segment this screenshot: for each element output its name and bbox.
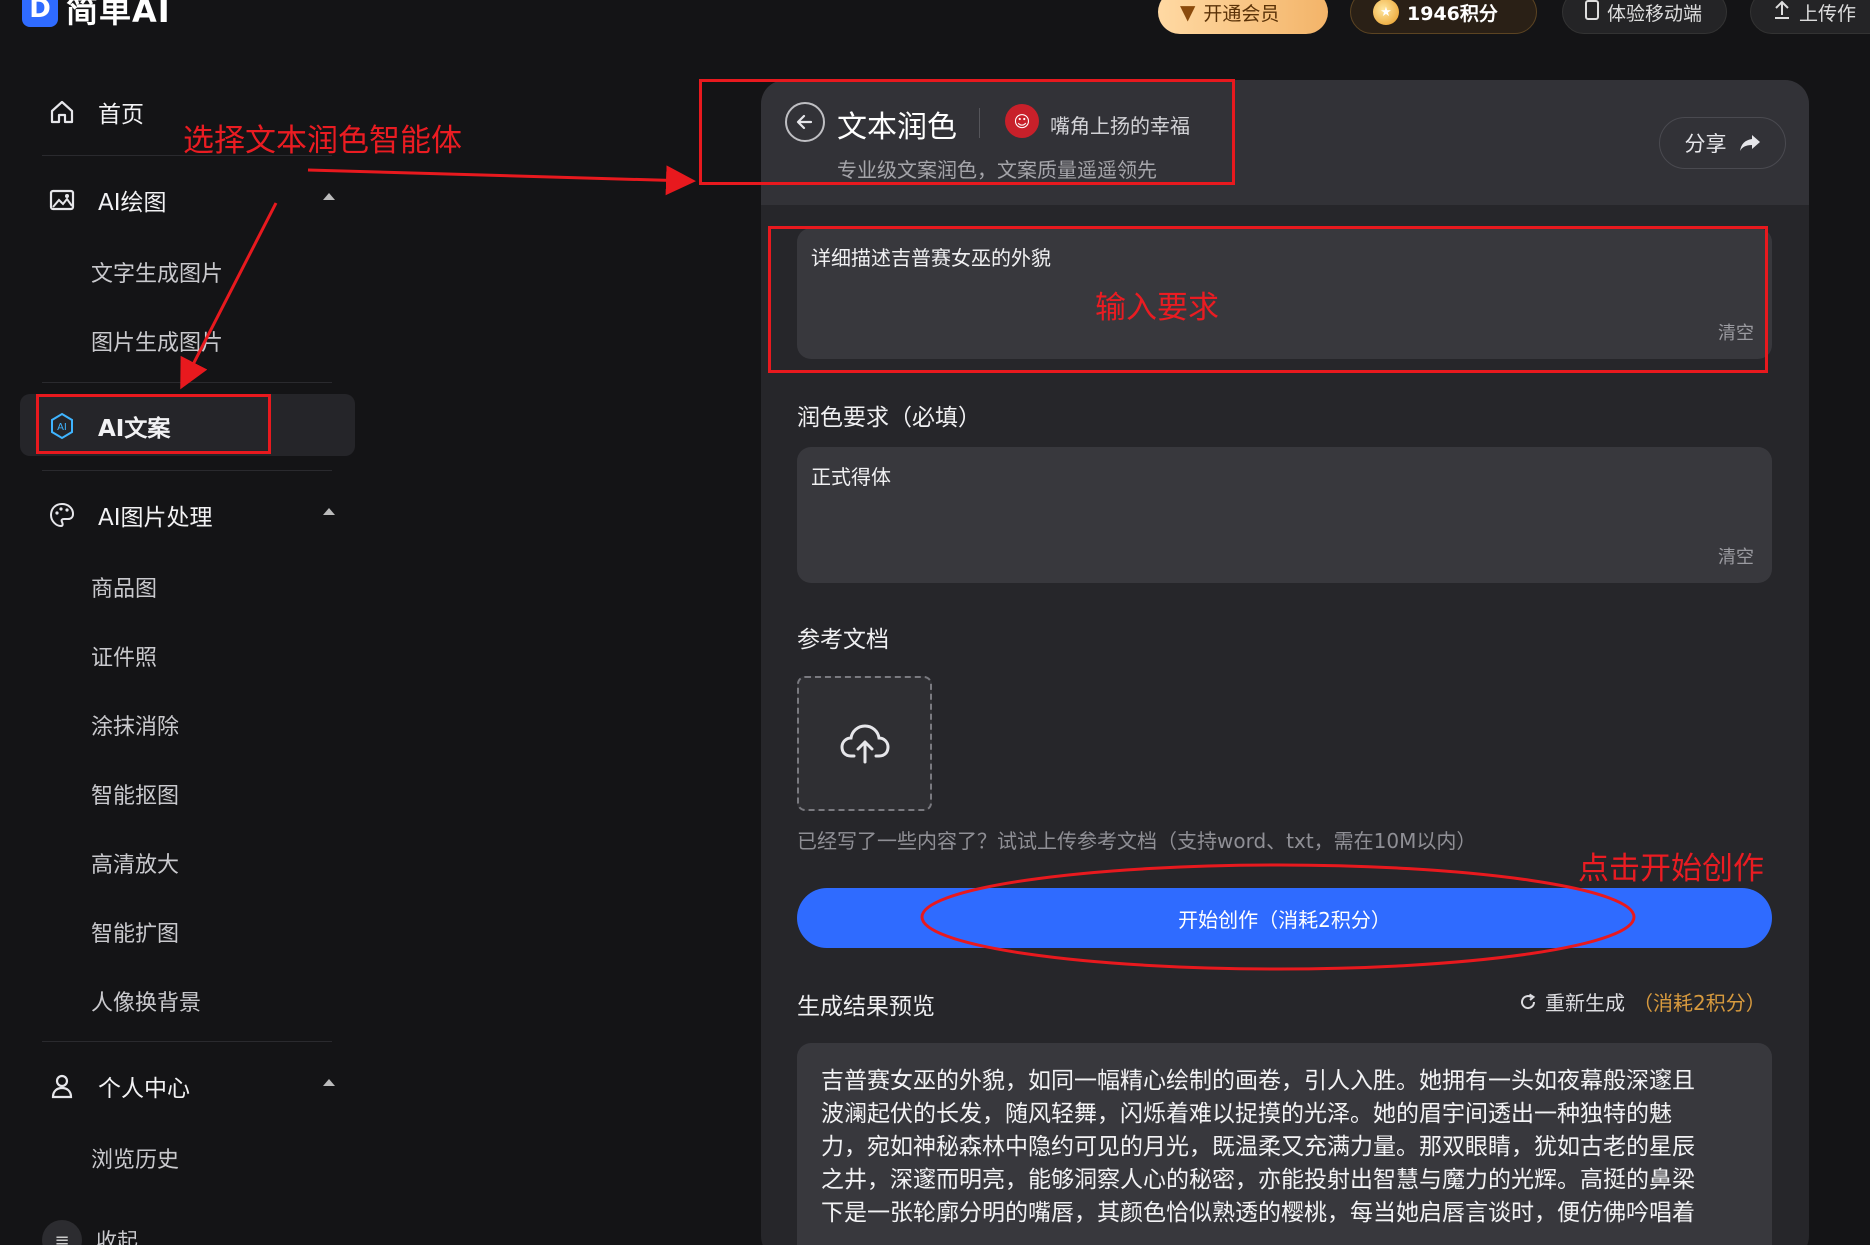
annotation-box-input xyxy=(768,226,1768,373)
nav-ai-draw[interactable]: AI绘图 xyxy=(48,183,167,217)
phone-icon xyxy=(1585,0,1599,25)
mobile-label: 体验移动端 xyxy=(1607,2,1703,25)
mobile-button[interactable]: 体验移动端 xyxy=(1562,0,1727,34)
nav-personal-label: 个人中心 xyxy=(98,1076,190,1102)
regenerate-label: 重新生成 xyxy=(1545,991,1625,1015)
upload-work-label: 上传作 xyxy=(1799,2,1857,25)
reference-doc-label: 参考文档 xyxy=(797,627,889,653)
upload-reference-box[interactable] xyxy=(797,676,932,811)
nav-ai-draw-label: AI绘图 xyxy=(98,190,167,216)
result-line: 波澜起伏的长发，随风轻舞，闪烁着难以捉摸的光泽。她的眉宇间透出一种独特的魅 xyxy=(821,1101,1672,1127)
collapse-caret-icon[interactable] xyxy=(323,193,335,200)
nav-image-to-image[interactable]: 图片生成图片 xyxy=(91,325,223,357)
points-label: 1946积分 xyxy=(1407,2,1498,25)
annotation-choose-agent: 选择文本润色智能体 xyxy=(183,123,462,159)
palette-icon xyxy=(49,502,75,528)
nav-ai-image[interactable]: AI图片处理 xyxy=(48,498,213,532)
upload-work-button[interactable]: 上传作 xyxy=(1750,0,1870,34)
nav-upscale[interactable]: 高清放大 xyxy=(91,847,179,879)
collapse-caret-icon[interactable] xyxy=(323,1079,335,1086)
logo-text: 简单AI xyxy=(66,0,171,30)
share-button[interactable]: 分享 xyxy=(1659,117,1786,169)
polish-requirement-input[interactable]: 正式得体 清空 xyxy=(797,447,1772,583)
nav-home[interactable]: 首页 xyxy=(48,95,144,129)
share-label: 分享 xyxy=(1684,132,1727,156)
regenerate-cost: （消耗2积分） xyxy=(1633,991,1766,1015)
result-line: 下是一张轮廓分明的嘴唇，其颜色恰似熟透的樱桃，每当她启唇言谈时，便仿佛吟唱着 xyxy=(821,1200,1695,1226)
clear-button[interactable]: 清空 xyxy=(1718,543,1754,569)
page: D 简单AI ▼ 开通会员 ★ 1946积分 体验移动端 上传作 首页 AI绘图… xyxy=(0,0,1870,1245)
nav-product-image[interactable]: 商品图 xyxy=(91,571,157,603)
nav-id-photo[interactable]: 证件照 xyxy=(91,640,157,672)
logo-mark: D xyxy=(22,0,58,27)
nav-text-to-image[interactable]: 文字生成图片 xyxy=(91,256,223,288)
annotation-arrow-to-agent xyxy=(307,165,696,196)
polish-requirement-label: 润色要求（必填） xyxy=(797,405,981,431)
collapse-caret-icon[interactable] xyxy=(323,508,335,515)
nav-personal[interactable]: 个人中心 xyxy=(48,1069,190,1103)
divider xyxy=(42,382,332,383)
annotation-input-requirement: 输入要求 xyxy=(1095,290,1219,326)
user-icon xyxy=(51,1074,73,1099)
refresh-icon xyxy=(1521,993,1536,1009)
home-icon xyxy=(50,100,74,124)
vip-label: 开通会员 xyxy=(1203,2,1280,25)
collapse-label: 收起 xyxy=(96,1229,138,1245)
result-line: 之井，深邃而明亮，能够洞察人心的秘密，亦能投射出智慧与魔力的光辉。高挺的鼻梁 xyxy=(821,1167,1695,1193)
divider xyxy=(42,1041,332,1042)
annotation-box-ai-copy xyxy=(36,394,271,454)
regenerate-button[interactable]: 重新生成 （消耗2积分） xyxy=(1519,987,1766,1016)
cloud-upload-icon xyxy=(839,723,890,763)
image-icon xyxy=(49,189,75,211)
polish-requirement-value: 正式得体 xyxy=(811,465,891,489)
nav-background-swap[interactable]: 人像换背景 xyxy=(91,985,201,1017)
upload-icon xyxy=(1773,0,1791,25)
nav-expand[interactable]: 智能扩图 xyxy=(91,916,179,948)
annotation-box-agent xyxy=(699,79,1235,185)
collapse-icon: ≡ xyxy=(42,1220,82,1245)
coin-icon: ★ xyxy=(1373,0,1399,25)
annotation-click-start: 点击开始创作 xyxy=(1578,851,1764,887)
divider xyxy=(42,470,332,471)
nav-home-label: 首页 xyxy=(98,102,144,128)
result-line: 吉普赛女巫的外貌，如同一幅精心绘制的画卷，引人入胜。她拥有一头如夜幕般深邃且 xyxy=(821,1068,1695,1094)
nav-cutout[interactable]: 智能抠图 xyxy=(91,778,179,810)
share-arrow-icon xyxy=(1739,135,1760,151)
upload-hint: 已经写了一些内容了？试试上传参考文档（支持word、txt，需在10M以内） xyxy=(797,829,1477,853)
nav-erase[interactable]: 涂抹消除 xyxy=(91,709,179,741)
nav-ai-image-label: AI图片处理 xyxy=(98,505,213,531)
points-button[interactable]: ★ 1946积分 xyxy=(1350,0,1537,34)
nav-history[interactable]: 浏览历史 xyxy=(91,1142,179,1174)
vip-icon: ▼ xyxy=(1180,0,1196,24)
start-create-button[interactable]: 开始创作（消耗2积分） xyxy=(797,888,1772,948)
logo[interactable]: D 简单AI xyxy=(22,0,171,32)
result-line: 力，宛如神秘森林中隐约可见的月光，既温柔又充满力量。那双眼睛，犹如古老的星辰 xyxy=(821,1134,1695,1160)
collapse-sidebar-button[interactable]: ≡ 收起 xyxy=(42,1220,138,1245)
vip-button[interactable]: ▼ 开通会员 xyxy=(1158,0,1328,34)
result-preview-box: 吉普赛女巫的外貌，如同一幅精心绘制的画卷，引人入胜。她拥有一头如夜幕般深邃且 波… xyxy=(797,1043,1772,1245)
result-preview-label: 生成结果预览 xyxy=(797,994,935,1020)
